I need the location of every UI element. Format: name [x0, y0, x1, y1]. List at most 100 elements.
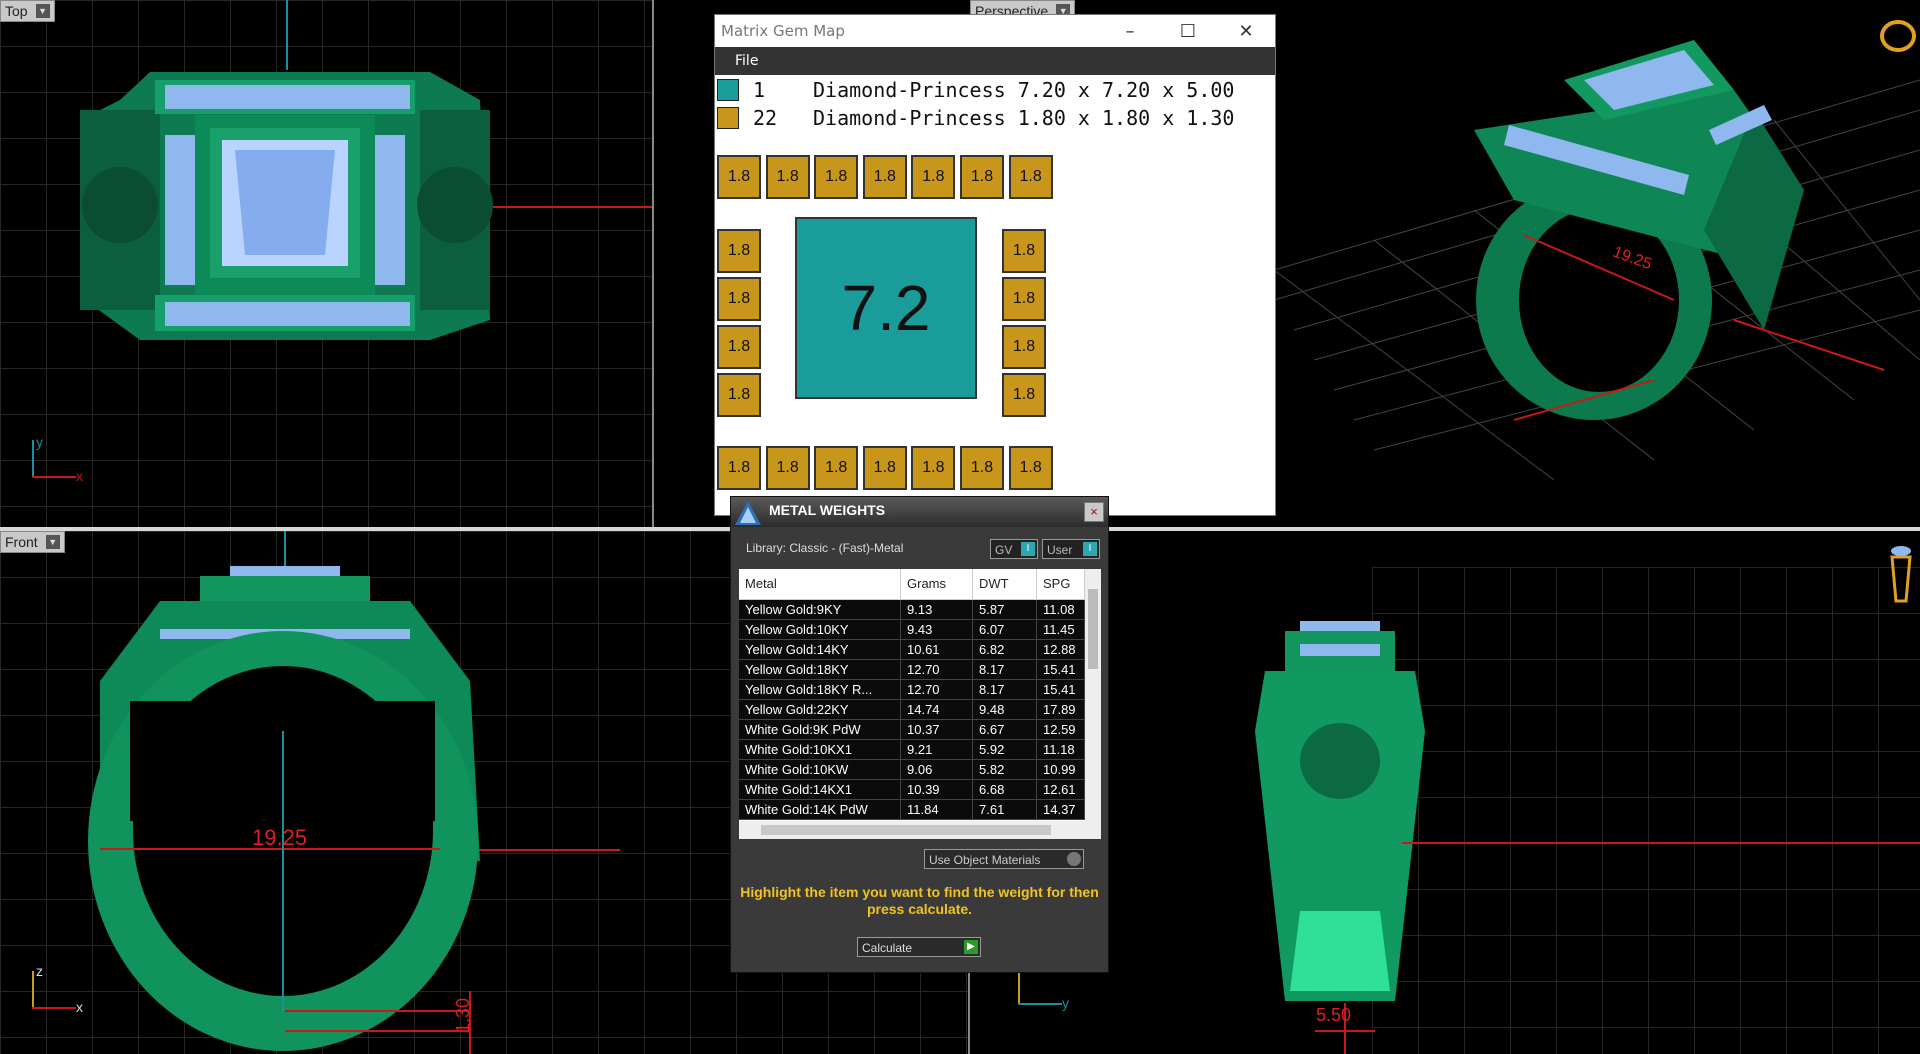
chevron-down-icon[interactable]: ▼	[35, 4, 50, 18]
accent-gem[interactable]: 1.8	[911, 446, 956, 490]
table-cell: 9.06	[901, 760, 973, 779]
table-body: Yellow Gold:9KY 9.13 5.87 11.08 Yellow Gold:…	[739, 600, 1101, 820]
table-cell: Yellow Gold:9KY	[739, 600, 901, 619]
viewport-label-text: Top	[5, 3, 28, 19]
menu-file[interactable]: File	[735, 53, 758, 69]
table-cell: 10.99	[1037, 760, 1085, 779]
table-cell: White Gold:10KX1	[739, 740, 901, 759]
table-cell: 11.84	[901, 800, 973, 819]
scrollbar-thumb[interactable]	[761, 825, 1051, 835]
center-gem[interactable]: 7.2	[795, 217, 977, 399]
metal-weights-panel: METAL WEIGHTS × Library: Classic - (Fast…	[730, 496, 1109, 973]
table-row[interactable]: Yellow Gold:22KY 14.74 9.48 17.89	[739, 700, 1101, 720]
table-cell: Yellow Gold:18KY R...	[739, 680, 901, 699]
accent-gem[interactable]: 1.8	[814, 155, 859, 199]
table-row[interactable]: White Gold:10KX1 9.21 5.92 11.18	[739, 740, 1101, 760]
gv-toggle[interactable]: GV I	[990, 539, 1038, 559]
right-viewport[interactable]: 5.50 z y	[970, 531, 1920, 1054]
maximize-icon[interactable]: ☐	[1159, 21, 1217, 42]
table-cell: 12.88	[1037, 640, 1085, 659]
table-cell: 9.21	[901, 740, 973, 759]
gem-color-swatch	[717, 79, 739, 101]
table-cell: Yellow Gold:10KY	[739, 620, 901, 639]
chevron-down-icon[interactable]: ▼	[45, 535, 60, 549]
table-cell: Yellow Gold:14KY	[739, 640, 901, 659]
instruction-text: Highlight the item you want to find the …	[740, 884, 1099, 917]
minimize-icon[interactable]: –	[1101, 21, 1159, 42]
accent-gem[interactable]: 1.8	[911, 155, 956, 199]
toggle-label: Use Object Materials	[929, 853, 1041, 867]
table-cell: 9.48	[973, 700, 1037, 719]
top-viewport[interactable]: Top ▼ y x	[0, 0, 652, 527]
user-toggle[interactable]: User I	[1042, 539, 1100, 559]
table-row[interactable]: Yellow Gold:18KY R... 12.70 8.17 15.41	[739, 680, 1101, 700]
horizontal-scrollbar[interactable]	[739, 821, 1101, 839]
accent-gem[interactable]: 1.8	[717, 155, 761, 199]
dimension-label: 5.50	[1316, 1005, 1352, 1025]
accent-gem[interactable]: 1.8	[717, 325, 761, 369]
table-cell: White Gold:14KX1	[739, 780, 901, 799]
accent-gem[interactable]: 1.8	[717, 446, 761, 490]
gem-color-swatch	[717, 107, 739, 129]
column-header-spg[interactable]: SPG	[1037, 569, 1085, 599]
accent-gem[interactable]: 1.8	[960, 155, 1004, 199]
table-cell: 9.13	[901, 600, 973, 619]
table-cell: 6.68	[973, 780, 1037, 799]
accent-gem[interactable]: 1.8	[1002, 325, 1046, 369]
gem-map-window: Matrix Gem Map – ☐ ✕ File 1 Diamond-Prin…	[714, 14, 1276, 516]
toggle-switch-icon	[1067, 852, 1081, 866]
close-icon[interactable]: ×	[1084, 502, 1104, 522]
viewport-label-top[interactable]: Top ▼	[0, 0, 55, 22]
accent-gem[interactable]: 1.8	[862, 446, 907, 490]
accent-gem[interactable]: 1.8	[1008, 155, 1053, 199]
ring-top-view	[80, 72, 493, 340]
scrollbar-thumb[interactable]	[1088, 589, 1098, 669]
ring-side-icon	[1890, 546, 1912, 603]
viewport-label-front[interactable]: Front ▼	[0, 531, 65, 553]
table-row[interactable]: Yellow Gold:14KY 10.61 6.82 12.88	[739, 640, 1101, 660]
table-cell: 6.67	[973, 720, 1037, 739]
accent-gem[interactable]: 1.8	[814, 446, 859, 490]
table-row[interactable]: White Gold:14K PdW 11.84 7.61 14.37	[739, 800, 1101, 820]
table-cell: White Gold:14K PdW	[739, 800, 901, 819]
accent-gem[interactable]: 1.8	[717, 229, 761, 273]
table-cell: Yellow Gold:18KY	[739, 660, 901, 679]
table-cell: 11.18	[1037, 740, 1085, 759]
table-cell: 5.82	[973, 760, 1037, 779]
library-label: Library: Classic - (Fast)-Metal	[746, 541, 904, 555]
calculate-button[interactable]: Calculate ▶	[857, 937, 981, 957]
table-cell: 12.61	[1037, 780, 1085, 799]
accent-gem[interactable]: 1.8	[717, 277, 761, 321]
gem-legend-row[interactable]: 1 Diamond-Princess 7.20 x 7.20 x 5.00	[717, 77, 1234, 103]
vertical-scrollbar[interactable]	[1085, 569, 1101, 821]
column-header-metal[interactable]: Metal	[739, 569, 901, 599]
axis-y-label: y	[36, 434, 43, 450]
table-row[interactable]: Yellow Gold:18KY 12.70 8.17 15.41	[739, 660, 1101, 680]
table-row[interactable]: Yellow Gold:10KY 9.43 6.07 11.45	[739, 620, 1101, 640]
accent-gem[interactable]: 1.8	[960, 446, 1004, 490]
column-header-grams[interactable]: Grams	[901, 569, 973, 599]
accent-gem[interactable]: 1.8	[1002, 277, 1046, 321]
close-icon[interactable]: ✕	[1217, 21, 1275, 42]
accent-gem[interactable]: 1.8	[1002, 373, 1046, 417]
accent-gem[interactable]: 1.8	[1008, 446, 1053, 490]
column-header-dwt[interactable]: DWT	[973, 569, 1037, 599]
gem-count: 1	[753, 78, 766, 102]
table-cell: 11.45	[1037, 620, 1085, 639]
accent-gem[interactable]: 1.8	[862, 155, 907, 199]
table-cell: 8.17	[973, 660, 1037, 679]
table-cell: White Gold:10KW	[739, 760, 901, 779]
use-object-materials-toggle[interactable]: Use Object Materials	[924, 849, 1084, 869]
accent-gem[interactable]: 1.8	[1002, 229, 1046, 273]
accent-gem[interactable]: 1.8	[765, 155, 810, 199]
table-row[interactable]: White Gold:14KX1 10.39 6.68 12.61	[739, 780, 1101, 800]
table-row[interactable]: White Gold:10KW 9.06 5.82 10.99	[739, 760, 1101, 780]
table-cell: Yellow Gold:22KY	[739, 700, 901, 719]
gem-legend-row[interactable]: 22 Diamond-Princess 1.80 x 1.80 x 1.30	[717, 105, 1234, 131]
panel-title: METAL WEIGHTS	[769, 502, 886, 518]
table-row[interactable]: White Gold:9K PdW 10.37 6.67 12.59	[739, 720, 1101, 740]
panel-titlebar: METAL WEIGHTS ×	[731, 497, 1108, 527]
table-row[interactable]: Yellow Gold:9KY 9.13 5.87 11.08	[739, 600, 1101, 620]
accent-gem[interactable]: 1.8	[717, 373, 761, 417]
accent-gem[interactable]: 1.8	[765, 446, 810, 490]
